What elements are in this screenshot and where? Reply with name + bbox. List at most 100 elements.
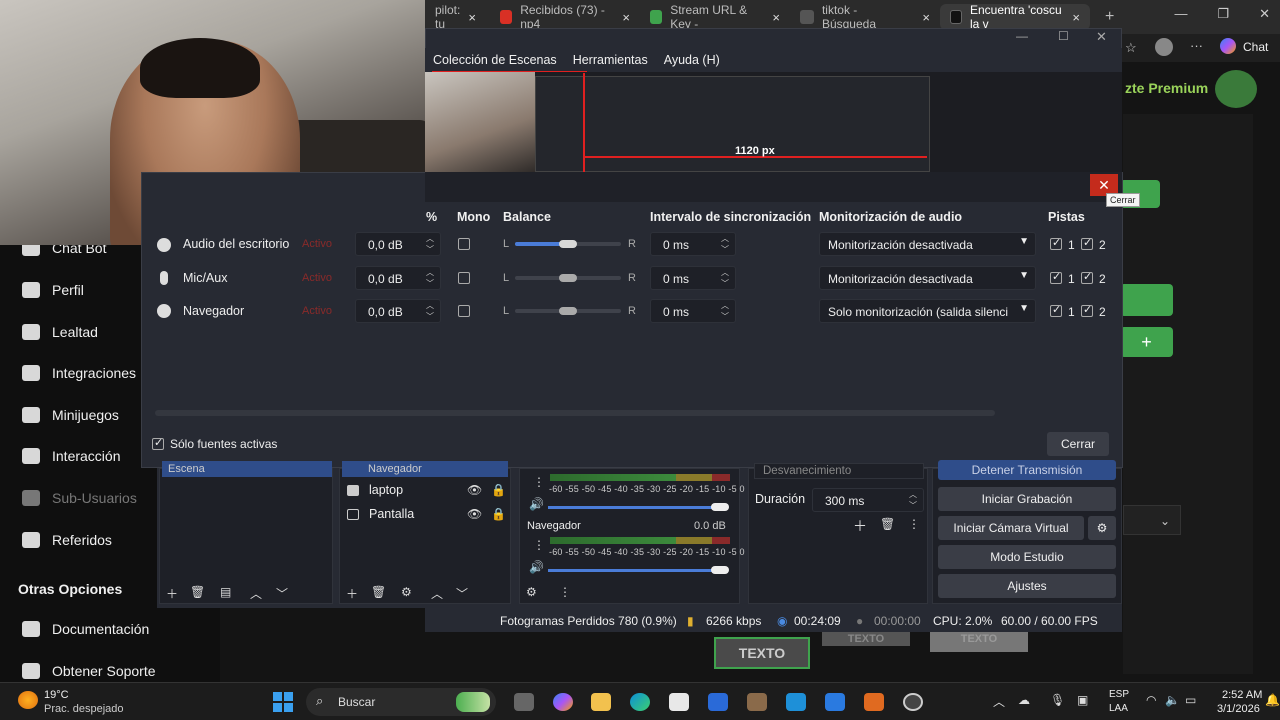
close-icon[interactable]: ✕ — [1259, 6, 1270, 22]
transition-select[interactable]: Desvanecimiento — [754, 463, 924, 479]
more-options-icon[interactable]: ⋮ — [908, 517, 920, 531]
tab-tiktok-active[interactable]: Encuentra 'coscu la v × — [940, 3, 1090, 31]
move-down-icon[interactable]: ﹀ — [276, 585, 288, 602]
sync-offset-input[interactable]: 0 ms ︿ ﹀ — [650, 232, 736, 256]
add-source-icon[interactable]: ＋ — [346, 585, 358, 602]
sidebar-item-minijuegos[interactable]: Minijuegos — [22, 407, 119, 423]
menu-help[interactable]: Ayuda (H) — [664, 53, 720, 67]
add-button[interactable]: + — [1120, 327, 1173, 357]
close-button[interactable]: Cerrar — [1047, 432, 1109, 456]
trash-icon[interactable]: 🗑 — [371, 585, 386, 599]
volume-icon[interactable]: 🔈 — [1165, 693, 1180, 707]
balance-knob[interactable] — [559, 307, 577, 315]
source-item-selected[interactable]: Navegador — [342, 461, 508, 477]
only-active-sources-option[interactable]: Sólo fuentes activas — [152, 436, 277, 451]
mono-checkbox[interactable] — [458, 238, 470, 250]
close-tab-icon[interactable]: × — [772, 10, 780, 25]
chevron-up-icon[interactable]: ︿ — [993, 693, 1005, 710]
more-options-icon[interactable]: ⋮ — [559, 585, 571, 599]
settings-button[interactable]: Ajustes — [938, 574, 1116, 598]
texto-button[interactable]: TEXTO — [822, 632, 910, 646]
app-icon[interactable] — [708, 693, 728, 711]
stepper-arrows-icon[interactable]: ︿ ﹀ — [426, 233, 434, 255]
clock-time[interactable]: 2:52 AM — [1222, 689, 1262, 701]
lock-icon[interactable]: 🔒 — [491, 507, 506, 521]
source-item-laptop[interactable]: laptop — [347, 483, 403, 497]
minimize-icon[interactable]: — — [1174, 6, 1187, 22]
stepper-arrows-icon[interactable]: ︿ ﹀ — [426, 267, 434, 289]
scene-item-selected[interactable]: Escena — [162, 461, 332, 477]
menu-tools[interactable]: Herramientas — [573, 53, 648, 67]
app-icon[interactable] — [864, 693, 884, 711]
lock-icon[interactable]: 🔒 — [491, 483, 506, 497]
volume-slider[interactable] — [548, 506, 728, 509]
sidebar-item-perfil[interactable]: Perfil — [22, 282, 84, 298]
start-virtual-camera-button[interactable]: Iniciar Cámara Virtual — [938, 516, 1084, 540]
monitoring-select[interactable]: Solo monitorización (salida silenci ▼ — [819, 299, 1036, 323]
task-view-icon[interactable] — [514, 693, 534, 711]
windows-start-icon[interactable] — [273, 692, 293, 712]
close-tab-icon[interactable]: × — [622, 10, 630, 25]
trash-icon[interactable]: 🗑 — [190, 585, 205, 599]
volume-input[interactable]: 0,0 dB ︿ ﹀ — [355, 232, 441, 256]
app-icon[interactable] — [786, 693, 806, 711]
stop-streaming-button[interactable]: Detener Transmisión — [938, 460, 1116, 480]
volume-knob[interactable] — [711, 566, 729, 574]
copilot-icon[interactable] — [553, 693, 573, 711]
duration-input[interactable]: 300 ms ︿ ﹀ — [812, 488, 924, 512]
balance-knob[interactable] — [559, 240, 577, 248]
sidebar-item-sub-usuarios[interactable]: Sub-Usuarios — [22, 490, 137, 506]
stepper-arrows-icon[interactable]: ︿ ﹀ — [721, 233, 729, 255]
mic-icon[interactable]: 🎙 — [1050, 693, 1065, 707]
sync-offset-input[interactable]: 0 ms ︿ ﹀ — [650, 266, 736, 290]
speaker-icon[interactable]: 🔊 — [529, 497, 544, 511]
sync-offset-input[interactable]: 0 ms ︿ ﹀ — [650, 299, 736, 323]
stepper-arrows-icon[interactable]: ︿ ﹀ — [909, 489, 917, 511]
add-scene-icon[interactable]: ＋ — [166, 585, 178, 602]
app-icon[interactable] — [747, 693, 767, 711]
sidebar-item-lealtad[interactable]: Lealtad — [22, 324, 98, 340]
track2-checkbox[interactable] — [1081, 236, 1093, 250]
gear-icon[interactable]: ⚙ — [401, 585, 412, 599]
eye-icon[interactable]: 👁 — [467, 483, 482, 497]
more-options-icon[interactable]: ··· — [1190, 38, 1203, 53]
stepper-arrows-icon[interactable]: ︿ ﹀ — [721, 267, 729, 289]
stepper-arrows-icon[interactable]: ︿ ﹀ — [721, 300, 729, 322]
language-top[interactable]: ESP — [1109, 689, 1129, 700]
chevron-down-icon[interactable]: ⌄ — [1123, 505, 1181, 535]
chat-button[interactable]: Chat — [1243, 40, 1268, 54]
track2-checkbox[interactable] — [1081, 270, 1093, 284]
close-icon[interactable]: ✕ — [1096, 29, 1107, 45]
move-up-icon[interactable]: ︿ — [250, 585, 262, 602]
track1-checkbox[interactable] — [1050, 303, 1062, 317]
app-tray-icon[interactable]: ▣ — [1077, 693, 1088, 707]
track1-checkbox[interactable] — [1050, 270, 1062, 284]
app-icon[interactable] — [825, 693, 845, 711]
taskbar-search[interactable]: ⌕ Buscar — [306, 688, 496, 716]
weather-icon[interactable] — [18, 691, 38, 709]
move-up-icon[interactable]: ︿ — [431, 585, 443, 602]
maximize-icon[interactable]: ❐ — [1217, 6, 1229, 22]
sidebar-item-documentacion[interactable]: Documentación — [22, 621, 149, 637]
profile-avatar-icon[interactable] — [1155, 38, 1173, 56]
filter-icon[interactable]: ▤ — [220, 585, 231, 599]
sidebar-item-soporte[interactable]: Obtener Soporte — [22, 663, 156, 679]
track2-checkbox[interactable] — [1081, 303, 1093, 317]
sidebar-item-referidos[interactable]: Referidos — [22, 532, 112, 548]
avatar[interactable] — [1215, 70, 1257, 108]
favorites-icon[interactable]: ☆ — [1125, 40, 1137, 56]
mixer-settings-icon[interactable]: ⚙ — [526, 585, 537, 599]
volume-knob[interactable] — [711, 503, 729, 511]
wifi-icon[interactable]: ◠ — [1146, 693, 1156, 707]
speaker-icon[interactable]: 🔊 — [529, 560, 544, 574]
texto-button[interactable]: TEXTO — [930, 632, 1028, 652]
sidebar-item-integraciones[interactable]: Integraciones — [22, 365, 136, 381]
more-options-icon[interactable]: ⋮ — [533, 538, 545, 552]
source-item-pantalla[interactable]: Pantalla — [347, 507, 414, 521]
close-tab-icon[interactable]: × — [1072, 10, 1080, 25]
battery-icon[interactable]: ▭ — [1185, 693, 1196, 707]
language-bottom[interactable]: LAA — [1109, 703, 1128, 714]
minimize-icon[interactable]: — — [1016, 29, 1028, 43]
store-icon[interactable] — [669, 693, 689, 711]
tab-copilot[interactable]: pilot: tu × — [425, 3, 485, 31]
